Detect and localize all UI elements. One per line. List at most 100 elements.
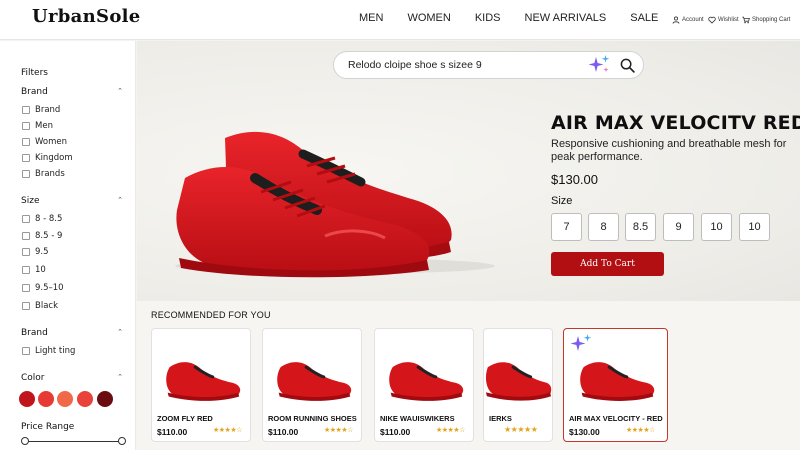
nav-sale[interactable]: SALE: [630, 0, 658, 40]
account-label: Account: [682, 17, 704, 23]
ai-sparkle-icon[interactable]: [586, 54, 612, 76]
checkbox[interactable]: [22, 248, 30, 256]
account-link[interactable]: Account: [672, 14, 704, 26]
product-card-featured[interactable]: AIR MAX VELOCITY - RED $130.00 ★★★★☆: [563, 328, 668, 442]
filter-option[interactable]: Kingdom: [22, 152, 73, 164]
filter-option[interactable]: 8 - 8.5: [22, 213, 62, 225]
checkbox[interactable]: [22, 302, 30, 310]
chevron-up-icon: ⌃: [117, 373, 123, 381]
search-input[interactable]: Relodo cloipe shoe s sizee 9: [348, 59, 482, 71]
color-swatch[interactable]: [97, 391, 113, 407]
color-swatch[interactable]: [57, 391, 73, 407]
size-label: Size: [551, 195, 573, 207]
checkbox[interactable]: [22, 138, 30, 146]
filter-option-label: 9.5–10: [35, 283, 64, 293]
color-filter-label: Color: [21, 373, 45, 383]
card-name: ROOM RUNNING SHOES: [268, 414, 357, 423]
filter-option[interactable]: 8.5 - 9: [22, 230, 62, 242]
filter-option-label: Kingdom: [35, 153, 73, 163]
filter-option[interactable]: Black: [22, 300, 58, 312]
filter-option-label: Brand: [35, 105, 61, 115]
nav-women[interactable]: WOMEN: [407, 0, 450, 40]
filter-option[interactable]: Brands: [22, 168, 65, 180]
filter-option[interactable]: Brand: [22, 104, 60, 116]
card-name: ZOOM FLY RED: [157, 414, 213, 423]
filter-option-label: Brands: [35, 169, 65, 179]
size-option[interactable]: 9: [663, 213, 694, 241]
nav-men[interactable]: MEN: [359, 0, 383, 40]
cart-link[interactable]: Shopping Cart: [742, 14, 790, 26]
product-card[interactable]: ZOOM FLY RED $110.00 ★★★★☆: [151, 328, 251, 442]
color-swatch[interactable]: [38, 391, 54, 407]
product-thumbnail: [485, 362, 552, 401]
wishlist-label: Wishlist: [718, 17, 739, 23]
nav-kids[interactable]: KIDS: [475, 0, 501, 40]
price-min-handle[interactable]: [21, 437, 29, 445]
checkbox[interactable]: [22, 232, 30, 240]
filter-option[interactable]: 10: [22, 264, 46, 276]
hero-shoe-image: [175, 131, 495, 278]
price-filter-heading: Price Range: [21, 422, 123, 432]
product-card[interactable]: ROOM RUNNING SHOES $110.00 ★★★★☆: [262, 328, 362, 442]
brand2-filter-heading[interactable]: Brand ⌃: [21, 328, 123, 338]
card-price: $110.00: [268, 427, 299, 437]
search-icon[interactable]: [620, 58, 635, 73]
checkbox[interactable]: [22, 154, 30, 162]
size-option[interactable]: 8: [588, 213, 619, 241]
filter-option-label: 8.5 - 9: [35, 231, 63, 241]
cart-label: Shopping Cart: [752, 17, 791, 23]
chevron-up-icon: ⌃: [117, 196, 123, 204]
card-name: IERKS: [489, 414, 512, 423]
size-filter-heading[interactable]: Size ⌃: [21, 196, 123, 206]
color-filter-heading[interactable]: Color ⌃: [21, 373, 123, 383]
product-thumbnail: [580, 362, 655, 401]
star-rating-icon: ★★★★★: [504, 425, 538, 434]
brand-logo[interactable]: UrbanSole: [32, 6, 141, 27]
product-description: Responsive cushioning and breathable mes…: [551, 138, 787, 163]
color-swatch[interactable]: [19, 391, 35, 407]
filter-option-label: Black: [35, 301, 58, 311]
add-to-cart-button[interactable]: Add To Cart: [551, 252, 664, 276]
product-thumbnail: [277, 362, 352, 401]
recommended-title: RECOMMENDED FOR YOU: [151, 310, 271, 320]
site-header: UrbanSole MEN WOMEN KIDS NEW ARRIVALS SA…: [0, 0, 800, 40]
filter-option[interactable]: Light ting: [22, 345, 75, 357]
checkbox[interactable]: [22, 122, 30, 130]
checkbox[interactable]: [22, 170, 30, 178]
card-price: $130.00: [569, 427, 600, 437]
product-card[interactable]: NIKE WAUISWIKERS $110.00 ★★★★☆: [374, 328, 474, 442]
checkbox[interactable]: [22, 106, 30, 114]
product-card[interactable]: IERKS ★★★★★: [483, 328, 553, 442]
filter-option-label: 10: [35, 265, 46, 275]
size-option[interactable]: 10: [739, 213, 770, 241]
size-filter-label: Size: [21, 196, 40, 206]
search-bar[interactable]: Relodo cloipe shoe s sizee 9: [333, 51, 644, 79]
filter-option[interactable]: 9.5–10: [22, 282, 64, 294]
star-rating-icon: ★★★★☆: [213, 426, 242, 434]
checkbox[interactable]: [22, 266, 30, 274]
size-option[interactable]: 7: [551, 213, 582, 241]
filter-option[interactable]: 9.5: [22, 246, 49, 258]
checkbox[interactable]: [22, 284, 30, 292]
star-rating-icon: ★★★★☆: [626, 426, 655, 434]
product-price: $130.00: [551, 172, 598, 187]
price-max-handle[interactable]: [118, 437, 126, 445]
checkbox[interactable]: [22, 215, 30, 223]
wishlist-link[interactable]: Wishlist: [708, 14, 739, 26]
brand-filter-label: Brand: [21, 87, 48, 97]
checkbox[interactable]: [22, 347, 30, 355]
brand-filter-heading[interactable]: Brand ⌃: [21, 87, 123, 97]
price-range-track[interactable]: [24, 441, 122, 442]
size-option[interactable]: 8.5: [625, 213, 656, 241]
product-title: AIR MAX VELOCITV RED: [551, 112, 800, 134]
card-price: $110.00: [157, 427, 188, 437]
nav-new-arrivals[interactable]: NEW ARRIVALS: [525, 0, 607, 40]
brand2-filter-label: Brand: [21, 328, 48, 338]
card-name: AIR MAX VELOCITY - RED: [569, 414, 663, 423]
size-option[interactable]: 10: [701, 213, 732, 241]
color-swatch[interactable]: [77, 391, 93, 407]
filters-sidebar: [0, 41, 136, 450]
filter-option[interactable]: Women: [22, 136, 67, 148]
filter-option[interactable]: Men: [22, 120, 53, 132]
filter-option-label: Women: [35, 137, 68, 147]
